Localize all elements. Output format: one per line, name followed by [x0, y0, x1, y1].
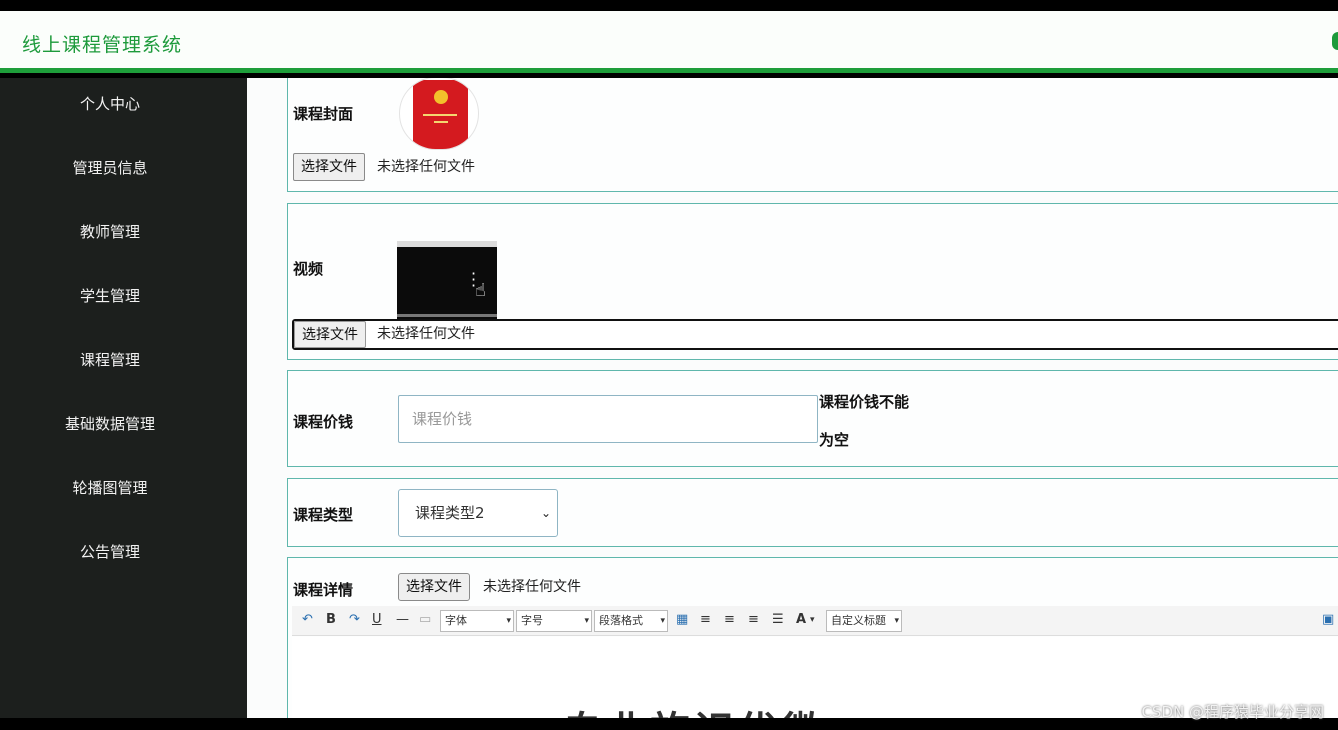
price-label: 课程价钱 — [293, 413, 354, 431]
align-center-icon[interactable]: ≡ — [748, 611, 759, 629]
font-color-button[interactable]: A — [796, 611, 806, 629]
course-type-select[interactable]: 课程类型2 ⌄ — [398, 489, 558, 537]
main-content: 课程封面 选择文件 未选择任何文件 视频 · · · ☝ 选择文件 未选择任何文件 … — [247, 78, 1338, 718]
cover-file-status: 未选择任何文件 — [377, 159, 475, 175]
sidebar-item-teacher-management[interactable]: 教师管理 — [0, 218, 220, 246]
table-icon[interactable]: ▦ — [676, 611, 688, 629]
price-form-row: 课程价钱 课程价钱 课程价钱不能 为空 — [287, 370, 1338, 467]
sidebar-item-personal-center[interactable]: 个人中心 — [0, 90, 220, 118]
underline-button[interactable]: U — [372, 611, 382, 629]
emblem-icon — [434, 90, 448, 104]
cover-line — [423, 114, 457, 116]
price-input[interactable]: 课程价钱 — [398, 395, 818, 443]
video-label: 视频 — [293, 260, 324, 278]
paragraph-format-label: 段落格式 — [599, 614, 643, 627]
clear-format-icon[interactable]: ▭ — [419, 611, 431, 629]
detail-choose-file-button[interactable]: 选择文件 — [398, 573, 470, 601]
dropdown-arrow-icon: ▾ — [660, 616, 665, 626]
video-progress-bar — [397, 314, 497, 317]
app-title: 线上课程管理系统 — [22, 34, 183, 56]
font-family-label: 字体 — [445, 614, 467, 627]
dropdown-arrow-icon: ▾ — [584, 616, 589, 626]
font-family-select[interactable]: 字体 ▾ — [440, 610, 514, 632]
horizontal-rule-icon[interactable]: — — [396, 611, 409, 629]
header-avatar-icon[interactable] — [1332, 32, 1338, 50]
chevron-down-icon: ⌄ — [540, 506, 551, 520]
align-left-icon[interactable]: ≡ — [700, 611, 711, 629]
video-thumbnail[interactable]: · · · ☝ — [397, 241, 497, 323]
detail-label: 课程详情 — [293, 581, 354, 599]
type-form-row: 课程类型 课程类型2 ⌄ — [287, 478, 1338, 547]
video-form-row: 视频 · · · ☝ 选择文件 未选择任何文件 — [287, 203, 1338, 360]
sidebar-item-basic-data-management[interactable]: 基础数据管理 — [0, 410, 220, 438]
sidebar: 个人中心 管理员信息 教师管理 学生管理 课程管理 基础数据管理 轮播图管理 公… — [0, 78, 247, 718]
watermark-text: CSDN @程序猿毕业分享网 — [1141, 703, 1324, 721]
detail-form-row: 课程详情 选择文件 未选择任何文件 ↶ B ↷ U — ▭ 字体 ▾ 字号 ▾ 段落… — [287, 557, 1338, 718]
sidebar-item-carousel-management[interactable]: 轮播图管理 — [0, 474, 220, 502]
cover-image — [399, 78, 479, 150]
type-label: 课程类型 — [293, 506, 354, 524]
hand-cursor-icon: ☝ — [475, 280, 486, 301]
screen-bottom-border — [0, 718, 1338, 730]
sidebar-item-admin-info[interactable]: 管理员信息 — [0, 154, 220, 182]
video-choose-file-button[interactable]: 选择文件 — [294, 321, 366, 348]
screen-top-border — [0, 0, 1338, 11]
video-file-status: 未选择任何文件 — [377, 326, 475, 342]
fullscreen-icon[interactable]: ▣ — [1322, 611, 1334, 629]
bold-button[interactable]: B — [326, 611, 336, 629]
sidebar-item-notice-management[interactable]: 公告管理 — [0, 538, 220, 566]
cover-choose-file-button[interactable]: 选择文件 — [293, 153, 365, 181]
course-type-selected: 课程类型2 — [415, 504, 485, 522]
sidebar-item-course-management[interactable]: 课程管理 — [0, 346, 220, 374]
price-error-message: 课程价钱不能 — [819, 393, 910, 411]
sidebar-item-student-management[interactable]: 学生管理 — [0, 282, 220, 310]
align-justify-icon[interactable]: ☰ — [772, 611, 784, 629]
cover-form-row: 课程封面 选择文件 未选择任何文件 — [287, 78, 1338, 192]
detail-file-status: 未选择任何文件 — [483, 579, 581, 595]
dropdown-arrow-icon: ▾ — [506, 616, 511, 626]
editor-toolbar: ↶ B ↷ U — ▭ 字体 ▾ 字号 ▾ 段落格式 ▾ ▦ ≡ ≡ ≡ ☰ A ▾ … — [292, 606, 1338, 636]
editor-content-text: 自业旅识优微 — [562, 699, 826, 718]
custom-heading-select[interactable]: 自定义标题 ▾ — [826, 610, 902, 632]
cover-line — [434, 121, 448, 123]
font-size-label: 字号 — [521, 614, 543, 627]
align-right-icon[interactable]: ≡ — [724, 611, 735, 629]
price-error-message-line2: 为空 — [819, 431, 850, 449]
undo-icon[interactable]: ↶ — [302, 611, 313, 629]
video-file-input[interactable]: 选择文件 未选择任何文件 — [292, 319, 1338, 350]
book-cover-image — [413, 80, 468, 149]
paragraph-format-select[interactable]: 段落格式 ▾ — [594, 610, 668, 632]
custom-heading-label: 自定义标题 — [831, 614, 886, 627]
redo-icon[interactable]: ↷ — [349, 611, 360, 629]
font-size-select[interactable]: 字号 ▾ — [516, 610, 592, 632]
app-header: 线上课程管理系统 — [0, 11, 1338, 73]
cover-label: 课程封面 — [293, 105, 354, 123]
dropdown-arrow-icon: ▾ — [894, 616, 899, 626]
font-color-arrow-icon[interactable]: ▾ — [810, 611, 815, 629]
